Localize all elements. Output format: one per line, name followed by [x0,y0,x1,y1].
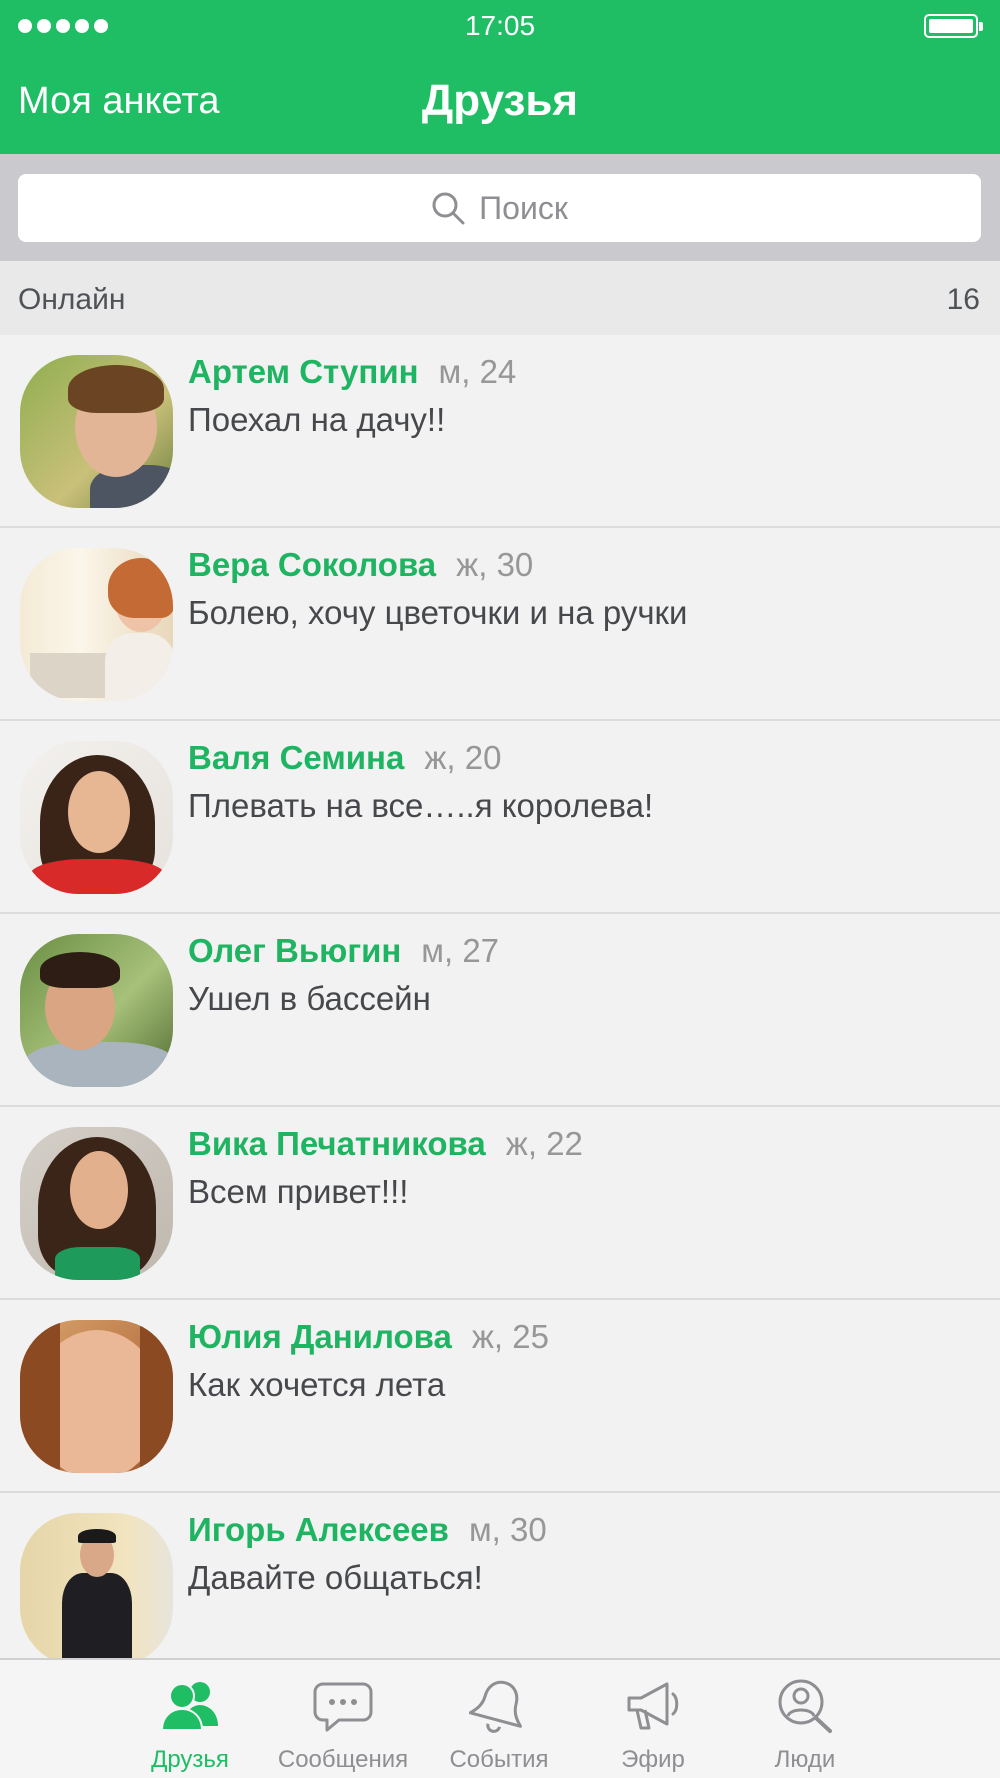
friend-name[interactable]: Валя Семина [188,739,404,776]
search-placeholder: Поиск [479,189,568,226]
avatar[interactable] [20,741,173,894]
people-search-icon [778,1679,832,1733]
friend-row[interactable]: Артем Ступин м, 24 Поехал на дачу!! [0,335,1000,528]
tab-friends[interactable]: Друзья [115,1660,265,1778]
friend-row[interactable]: Юлия Данилова ж, 25 Как хочется лета [0,1300,1000,1493]
search-icon [432,192,465,225]
friends-icon [160,1682,218,1731]
friend-meta: ж, 22 [505,1125,583,1162]
avatar[interactable] [20,1513,173,1658]
friend-meta: ж, 25 [471,1318,549,1355]
friend-name[interactable]: Юлия Данилова [188,1318,452,1355]
tab-label: Друзья [151,1746,229,1773]
tab-messages[interactable]: Сообщения [268,1660,418,1778]
tab-bar: Друзья Сообщения События Эфир Люди [0,1658,1000,1778]
tab-label: Эфир [621,1746,685,1773]
friend-row[interactable]: Вика Печатникова ж, 22 Всем привет!!! [0,1107,1000,1300]
friend-meta: ж, 30 [456,546,534,583]
friend-meta: м, 30 [468,1511,547,1548]
friend-name[interactable]: Олег Вьюгин [188,932,401,969]
friend-status: Ушел в бассейн [188,980,431,1017]
avatar[interactable] [20,1127,173,1280]
friend-name[interactable]: Вера Соколова [188,546,436,583]
avatar[interactable] [20,355,173,508]
section-label: Онлайн [18,283,126,316]
friend-status: Поехал на дачу!! [188,401,446,438]
friend-name[interactable]: Вика Печатникова [188,1125,486,1162]
header: 17:05 Моя анкета Друзья [0,0,1000,154]
status-bar: 17:05 [0,0,1000,52]
friend-meta: ж, 20 [424,739,502,776]
friend-name[interactable]: Игорь Алексеев [188,1511,449,1548]
friend-status: Как хочется лета [188,1366,446,1403]
online-count: 16 [946,283,980,316]
friend-status: Болею, хочу цветочки и на ручки [188,594,688,631]
bell-icon [469,1680,522,1733]
page-title: Друзья [421,76,579,125]
friend-row[interactable]: Олег Вьюгин м, 27 Ушел в бассейн [0,914,1000,1107]
status-time: 17:05 [464,10,536,41]
search-input[interactable]: Поиск [18,174,981,242]
tab-people[interactable]: Люди [730,1660,880,1778]
friend-status: Всем привет!!! [188,1173,409,1210]
messages-icon [313,1682,373,1732]
friend-meta: м, 24 [438,353,517,390]
friend-status: Давайте общаться! [188,1559,483,1596]
friend-name[interactable]: Артем Ступин [188,353,419,390]
avatar[interactable] [20,1320,173,1473]
friend-row[interactable]: Валя Семина ж, 20 Плевать на все…..я коро… [0,721,1000,914]
online-section-header: Онлайн 16 [0,261,1000,335]
avatar[interactable] [20,934,173,1087]
tab-label: События [449,1746,549,1773]
search-bar: Поиск [0,154,1000,261]
friend-row[interactable]: Вера Соколова ж, 30 Болею, хочу цветочки … [0,528,1000,721]
tab-broadcast[interactable]: Эфир [578,1660,728,1778]
friend-row[interactable]: Игорь Алексеев м, 30 Давайте общаться! [0,1493,1000,1658]
megaphone-icon [627,1682,679,1730]
tab-events[interactable]: События [424,1660,574,1778]
battery-icon [924,14,983,38]
tab-label: Сообщения [277,1746,409,1773]
friends-list: Артем Ступин м, 24 Поехал на дачу!! Вера … [0,335,1000,1658]
tab-label: Люди [774,1746,836,1773]
avatar[interactable] [20,548,173,701]
friend-meta: м, 27 [421,932,500,969]
friend-status: Плевать на все…..я королева! [188,787,654,824]
